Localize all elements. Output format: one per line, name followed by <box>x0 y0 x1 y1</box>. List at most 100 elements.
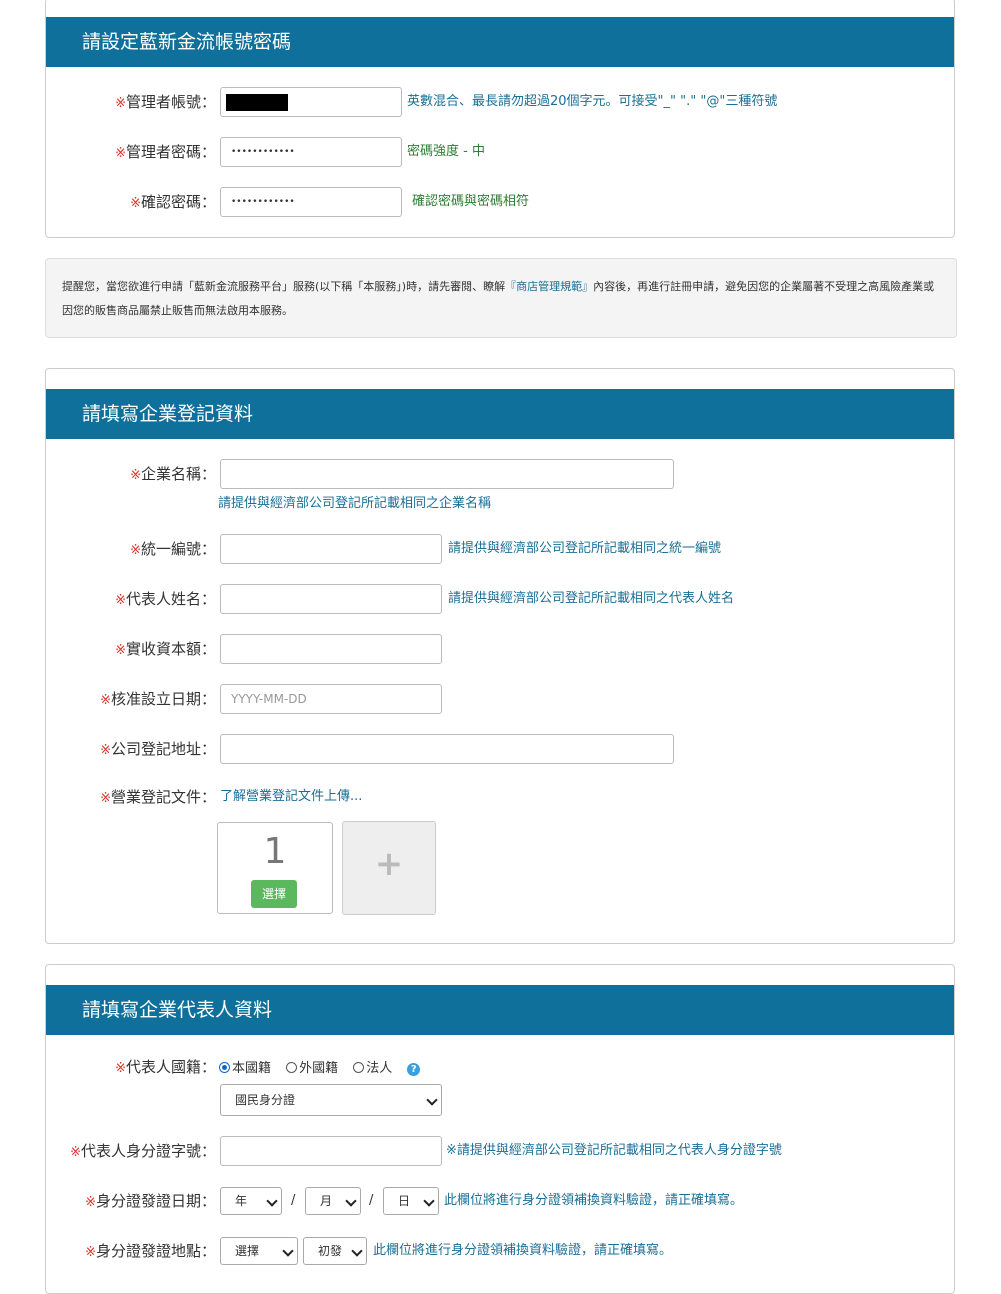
issue-year-select[interactable]: 年 <box>220 1187 282 1215</box>
business-doc-link[interactable]: 了解營業登記文件上傳... <box>220 782 362 812</box>
est-date-input[interactable]: YYYY-MM-DD <box>220 684 442 714</box>
notice-box: 提醒您，當您欲進行申請「藍新金流服務平台」服務(以下稱「本服務」)時，請先審閱、… <box>45 258 957 338</box>
issue-month-value: 月 <box>320 1194 333 1208</box>
chevron-down-icon <box>351 1245 363 1257</box>
redacted-value <box>226 94 288 111</box>
id-number-label: 代表人身分證字號： <box>80 1142 216 1160</box>
password-strength: 密碼強度 - 中 <box>407 144 485 159</box>
chevron-down-icon <box>266 1195 278 1207</box>
business-doc-row: ※營業登記文件： 了解營業登記文件上傳... <box>46 782 956 812</box>
chevron-down-icon <box>423 1195 435 1207</box>
radio-foreign[interactable]: 外國籍 <box>286 1054 338 1084</box>
rep-section-title: 請填寫企業代表人資料 <box>46 985 954 1035</box>
required-mark: ※ <box>85 1245 96 1260</box>
id-type-select[interactable]: 國民身分證 <box>220 1084 442 1116</box>
required-mark: ※ <box>70 1145 81 1160</box>
radio-domestic-label: 本國籍 <box>232 1061 272 1076</box>
issue-date-label: 身分證發證日期： <box>95 1192 216 1210</box>
company-section-title: 請填寫企業登記資料 <box>46 389 954 439</box>
help-icon[interactable]: ? <box>407 1063 421 1076</box>
rep-name-input[interactable] <box>220 584 442 614</box>
tax-id-hint: 請提供與經濟部公司登記所記載相同之統一編號 <box>448 541 722 556</box>
issue-place-value: 選擇 <box>235 1244 260 1258</box>
confirm-password-input[interactable]: •••••••••••• <box>220 187 402 217</box>
radio-dot <box>353 1062 365 1073</box>
nationality-row: ※代表人國籍： 本國籍 外國籍 法人 ? <box>46 1052 956 1082</box>
nationality-label: 代表人國籍： <box>125 1058 216 1076</box>
capital-input[interactable] <box>220 634 442 664</box>
confirm-password-label: 確認密碼： <box>140 193 216 211</box>
address-input[interactable] <box>220 734 674 764</box>
business-doc-label: 營業登記文件： <box>110 788 216 806</box>
required-mark: ※ <box>115 1061 126 1076</box>
rep-name-label: 代表人姓名： <box>125 590 216 608</box>
admin-password-input[interactable]: •••••••••••• <box>220 137 402 167</box>
company-name-hint: 請提供與經濟部公司登記所記載相同之企業名稱 <box>218 496 492 511</box>
required-mark: ※ <box>100 743 111 758</box>
confirm-password-row: ※確認密碼： •••••••••••• 確認密碼與密碼相符 <box>46 187 956 217</box>
est-date-row: ※核准設立日期： YYYY-MM-DD <box>46 684 956 714</box>
id-number-hint: ※請提供與經濟部公司登記所記載相同之代表人身分證字號 <box>446 1143 782 1158</box>
required-mark: ※ <box>115 593 126 608</box>
required-mark: ※ <box>100 791 111 806</box>
rep-name-row: ※代表人姓名： 請提供與經濟部公司登記所記載相同之代表人姓名 <box>46 584 956 614</box>
radio-foreign-label: 外國籍 <box>299 1061 339 1076</box>
id-type-value: 國民身分證 <box>235 1093 296 1107</box>
required-mark: ※ <box>130 543 141 558</box>
upload-slot-number: 1 <box>263 831 287 872</box>
radio-juridical[interactable]: 法人 <box>353 1054 392 1084</box>
company-name-row: ※企業名稱： <box>46 459 956 489</box>
company-panel: 請填寫企業登記資料 ※企業名稱： 請提供與經濟部公司登記所記載相同之企業名稱 ※… <box>45 368 955 944</box>
radio-domestic[interactable]: 本國籍 <box>219 1054 271 1084</box>
rep-name-hint: 請提供與經濟部公司登記所記載相同之代表人姓名 <box>448 591 735 606</box>
issue-date-hint: 此欄位將進行身分證領補換資料驗證，請正確填寫。 <box>444 1193 744 1208</box>
id-number-input[interactable] <box>220 1136 442 1166</box>
admin-password-row: ※管理者密碼： •••••••••••• 密碼強度 - 中 <box>46 137 956 167</box>
issue-year-value: 年 <box>235 1194 248 1208</box>
required-mark: ※ <box>130 196 141 211</box>
issue-place-hint: 此欄位將進行身分證領補換資料驗證，請正確填寫。 <box>373 1243 673 1258</box>
notice-text-before: 提醒您，當您欲進行申請「藍新金流服務平台」服務(以下稱「本服務」)時，請先審閱、… <box>62 280 506 293</box>
chevron-down-icon <box>282 1245 294 1257</box>
admin-account-hint: 英數混合、最長請勿超過20個字元。可接受"_" "." "@"三種符號 <box>407 94 778 109</box>
issue-day-select[interactable]: 日 <box>383 1187 439 1215</box>
radio-dot-selected <box>219 1062 230 1073</box>
company-name-input[interactable] <box>220 459 674 489</box>
plus-icon: + <box>374 844 404 884</box>
choose-file-button[interactable]: 選擇 <box>251 880 297 908</box>
id-number-row: ※代表人身分證字號： ※請提供與經濟部公司登記所記載相同之代表人身分證字號 <box>46 1136 956 1166</box>
issue-place-label: 身分證發證地點： <box>95 1242 216 1260</box>
company-name-label: 企業名稱： <box>140 465 216 483</box>
required-mark: ※ <box>130 468 141 483</box>
radio-juridical-label: 法人 <box>366 1061 393 1076</box>
admin-password-label: 管理者密碼： <box>125 143 216 161</box>
chevron-down-icon <box>345 1195 357 1207</box>
tax-id-input[interactable] <box>220 534 442 564</box>
account-section-title: 請設定藍新金流帳號密碼 <box>46 17 954 67</box>
required-mark: ※ <box>115 96 126 111</box>
account-panel: 請設定藍新金流帳號密碼 ※管理者帳號： 英數混合、最長請勿超過20個字元。可接受… <box>45 0 955 238</box>
est-date-label: 核准設立日期： <box>110 690 216 708</box>
address-row: ※公司登記地址： <box>46 734 956 764</box>
nationality-radio-group: 本國籍 外國籍 法人 ? <box>219 1052 421 1084</box>
store-rules-link[interactable]: 『商店管理規範』 <box>505 280 593 293</box>
admin-account-input[interactable] <box>220 87 402 117</box>
issue-month-select[interactable]: 月 <box>305 1187 361 1215</box>
admin-account-label: 管理者帳號： <box>125 93 216 111</box>
issue-type-select[interactable]: 初發 <box>303 1237 367 1265</box>
required-mark: ※ <box>100 693 111 708</box>
required-mark: ※ <box>85 1195 96 1210</box>
chevron-down-icon <box>426 1094 438 1106</box>
date-separator: / <box>369 1193 374 1208</box>
tax-id-row: ※統一編號： 請提供與經濟部公司登記所記載相同之統一編號 <box>46 534 956 564</box>
issue-place-row: ※身分證發證地點： 選擇 初發 此欄位將進行身分證領補換資料驗證，請正確填寫。 <box>46 1236 956 1266</box>
issue-place-select[interactable]: 選擇 <box>220 1237 298 1265</box>
capital-row: ※實收資本額： <box>46 634 956 664</box>
add-upload-button[interactable]: + <box>342 821 436 915</box>
upload-slot: 1 選擇 <box>217 822 333 914</box>
issue-date-row: ※身分證發證日期： 年 / 月 / 日 此欄位將進行身分證領補換資料驗證，請正確… <box>46 1186 956 1216</box>
radio-dot <box>286 1062 298 1073</box>
required-mark: ※ <box>115 146 126 161</box>
representative-panel: 請填寫企業代表人資料 ※代表人國籍： 本國籍 外國籍 法人 ? 國民身分證 ※代… <box>45 964 955 1294</box>
password-match: 確認密碼與密碼相符 <box>412 194 530 209</box>
